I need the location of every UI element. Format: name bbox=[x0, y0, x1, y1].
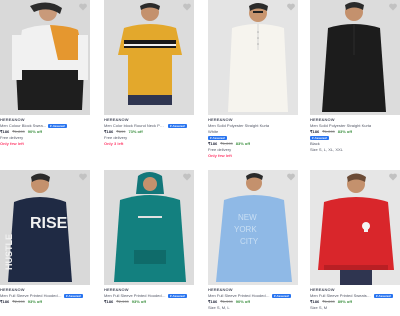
product-discount: 93% off bbox=[131, 299, 147, 304]
assured-badge: F Assured bbox=[208, 136, 227, 140]
product-card-4[interactable]: HERE&NOW Men Solid Polyester Straight Ku… bbox=[310, 0, 400, 153]
product-discount: 90% off bbox=[27, 129, 43, 134]
svg-text:YORK: YORK bbox=[234, 225, 257, 234]
product-card-6[interactable]: HERE&NOW Men Full Sleeve Printed Hooded … bbox=[104, 170, 194, 305]
svg-text:HUSTLE: HUSTLE bbox=[4, 234, 14, 270]
product-info: HERE&NOW Men Colour Block Swea... F Assu… bbox=[0, 115, 90, 147]
product-mrp: ₹2,999 bbox=[12, 299, 25, 304]
product-info: HERE&NOW Men Solid Polyester Straight Ku… bbox=[208, 115, 298, 159]
assured-badge: F Assured bbox=[64, 294, 83, 298]
wishlist-heart-icon[interactable] bbox=[182, 2, 192, 12]
product-price: ₹186 bbox=[0, 299, 10, 304]
black-kurta-photo bbox=[310, 0, 400, 115]
product-image-colour-block-sweatshirt[interactable] bbox=[0, 0, 90, 115]
wishlist-heart-icon[interactable] bbox=[388, 172, 398, 182]
product-discount: 89% off bbox=[337, 299, 353, 304]
product-card-1[interactable]: HERE&NOW Men Colour Block Swea... F Assu… bbox=[0, 0, 90, 147]
navy-hoodie-photo: RISE HUSTLE bbox=[0, 170, 90, 285]
assured-badge: F Assured bbox=[310, 136, 329, 140]
product-card-7[interactable]: NEW YORK CITY HERE&NOW Men Full Sleeve P… bbox=[208, 170, 298, 311]
assured-badge: F Assured bbox=[168, 124, 187, 128]
product-image-black-kurta[interactable] bbox=[310, 0, 400, 115]
product-discount: 93% off bbox=[27, 299, 43, 304]
colour-block-sweatshirt-photo bbox=[0, 0, 90, 115]
product-info: HERE&NOW Men Color block Round Neck Pure… bbox=[104, 115, 194, 147]
product-image-blue-hoodie[interactable]: NEW YORK CITY bbox=[208, 170, 298, 285]
wishlist-heart-icon[interactable] bbox=[286, 2, 296, 12]
product-discount: 83% off bbox=[337, 129, 353, 134]
product-info: HERE&NOW Men Full Sleeve Printed Hooded … bbox=[208, 285, 298, 311]
product-discount: 83% off bbox=[235, 141, 251, 146]
product-card-3[interactable]: HERE&NOW Men Solid Polyester Straight Ku… bbox=[208, 0, 298, 159]
svg-text:CITY: CITY bbox=[240, 237, 259, 246]
stock-note: Only 3 left bbox=[104, 141, 124, 146]
product-card-8[interactable]: HERE&NOW Men Full Sleeve Printed Sweatsh… bbox=[310, 170, 400, 311]
wishlist-heart-icon[interactable] bbox=[388, 2, 398, 12]
product-card-2[interactable]: HERE&NOW Men Color block Round Neck Pure… bbox=[104, 0, 194, 147]
svg-text:RISE: RISE bbox=[30, 215, 68, 232]
product-info: HERE&NOW Men Full Sleeve Printed Hooded … bbox=[104, 285, 194, 305]
product-discount: 73% off bbox=[128, 129, 143, 134]
red-sweatshirt-photo bbox=[310, 170, 400, 285]
product-image-white-kurta[interactable] bbox=[208, 0, 298, 115]
blue-hoodie-photo: NEW YORK CITY bbox=[208, 170, 298, 285]
svg-text:NEW: NEW bbox=[238, 213, 257, 222]
product-image-red-sweatshirt[interactable] bbox=[310, 170, 400, 285]
product-info: HERE&NOW Men Full Sleeve Printed Hooded … bbox=[0, 285, 90, 305]
wishlist-heart-icon[interactable] bbox=[182, 172, 192, 182]
size-list: Size S, L, XL, XXL bbox=[310, 147, 343, 152]
product-image-teal-hoodie[interactable] bbox=[104, 170, 194, 285]
product-price: ₹186 bbox=[104, 299, 114, 304]
assured-badge: F Assured bbox=[48, 124, 67, 128]
product-info: HERE&NOW Men Full Sleeve Printed Sweatsh… bbox=[310, 285, 400, 311]
assured-badge: F Assured bbox=[168, 294, 187, 298]
wishlist-heart-icon[interactable] bbox=[78, 2, 88, 12]
product-card-5[interactable]: RISE HUSTLE HERE&NOW Men Full Sleeve Pri… bbox=[0, 170, 90, 305]
colour-block-tshirt-photo bbox=[104, 0, 194, 115]
product-info: HERE&NOW Men Solid Polyester Straight Ku… bbox=[310, 115, 400, 153]
assured-badge: F Assured bbox=[272, 294, 291, 298]
stock-note: Only few left bbox=[0, 141, 24, 146]
wishlist-heart-icon[interactable] bbox=[78, 172, 88, 182]
product-discount: 90% off bbox=[235, 299, 251, 304]
product-mrp: ₹2,999 bbox=[116, 299, 129, 304]
stock-note: Only few left bbox=[208, 153, 232, 158]
size-list: Size S, M, L bbox=[208, 305, 230, 310]
assured-badge: F Assured bbox=[374, 294, 393, 298]
product-image-colour-block-tshirt[interactable] bbox=[104, 0, 194, 115]
white-kurta-photo bbox=[208, 0, 298, 115]
size-list: Size S, M bbox=[310, 305, 328, 310]
wishlist-heart-icon[interactable] bbox=[286, 172, 296, 182]
product-image-navy-hoodie[interactable]: RISE HUSTLE bbox=[0, 170, 90, 285]
teal-hoodie-photo bbox=[104, 170, 194, 285]
